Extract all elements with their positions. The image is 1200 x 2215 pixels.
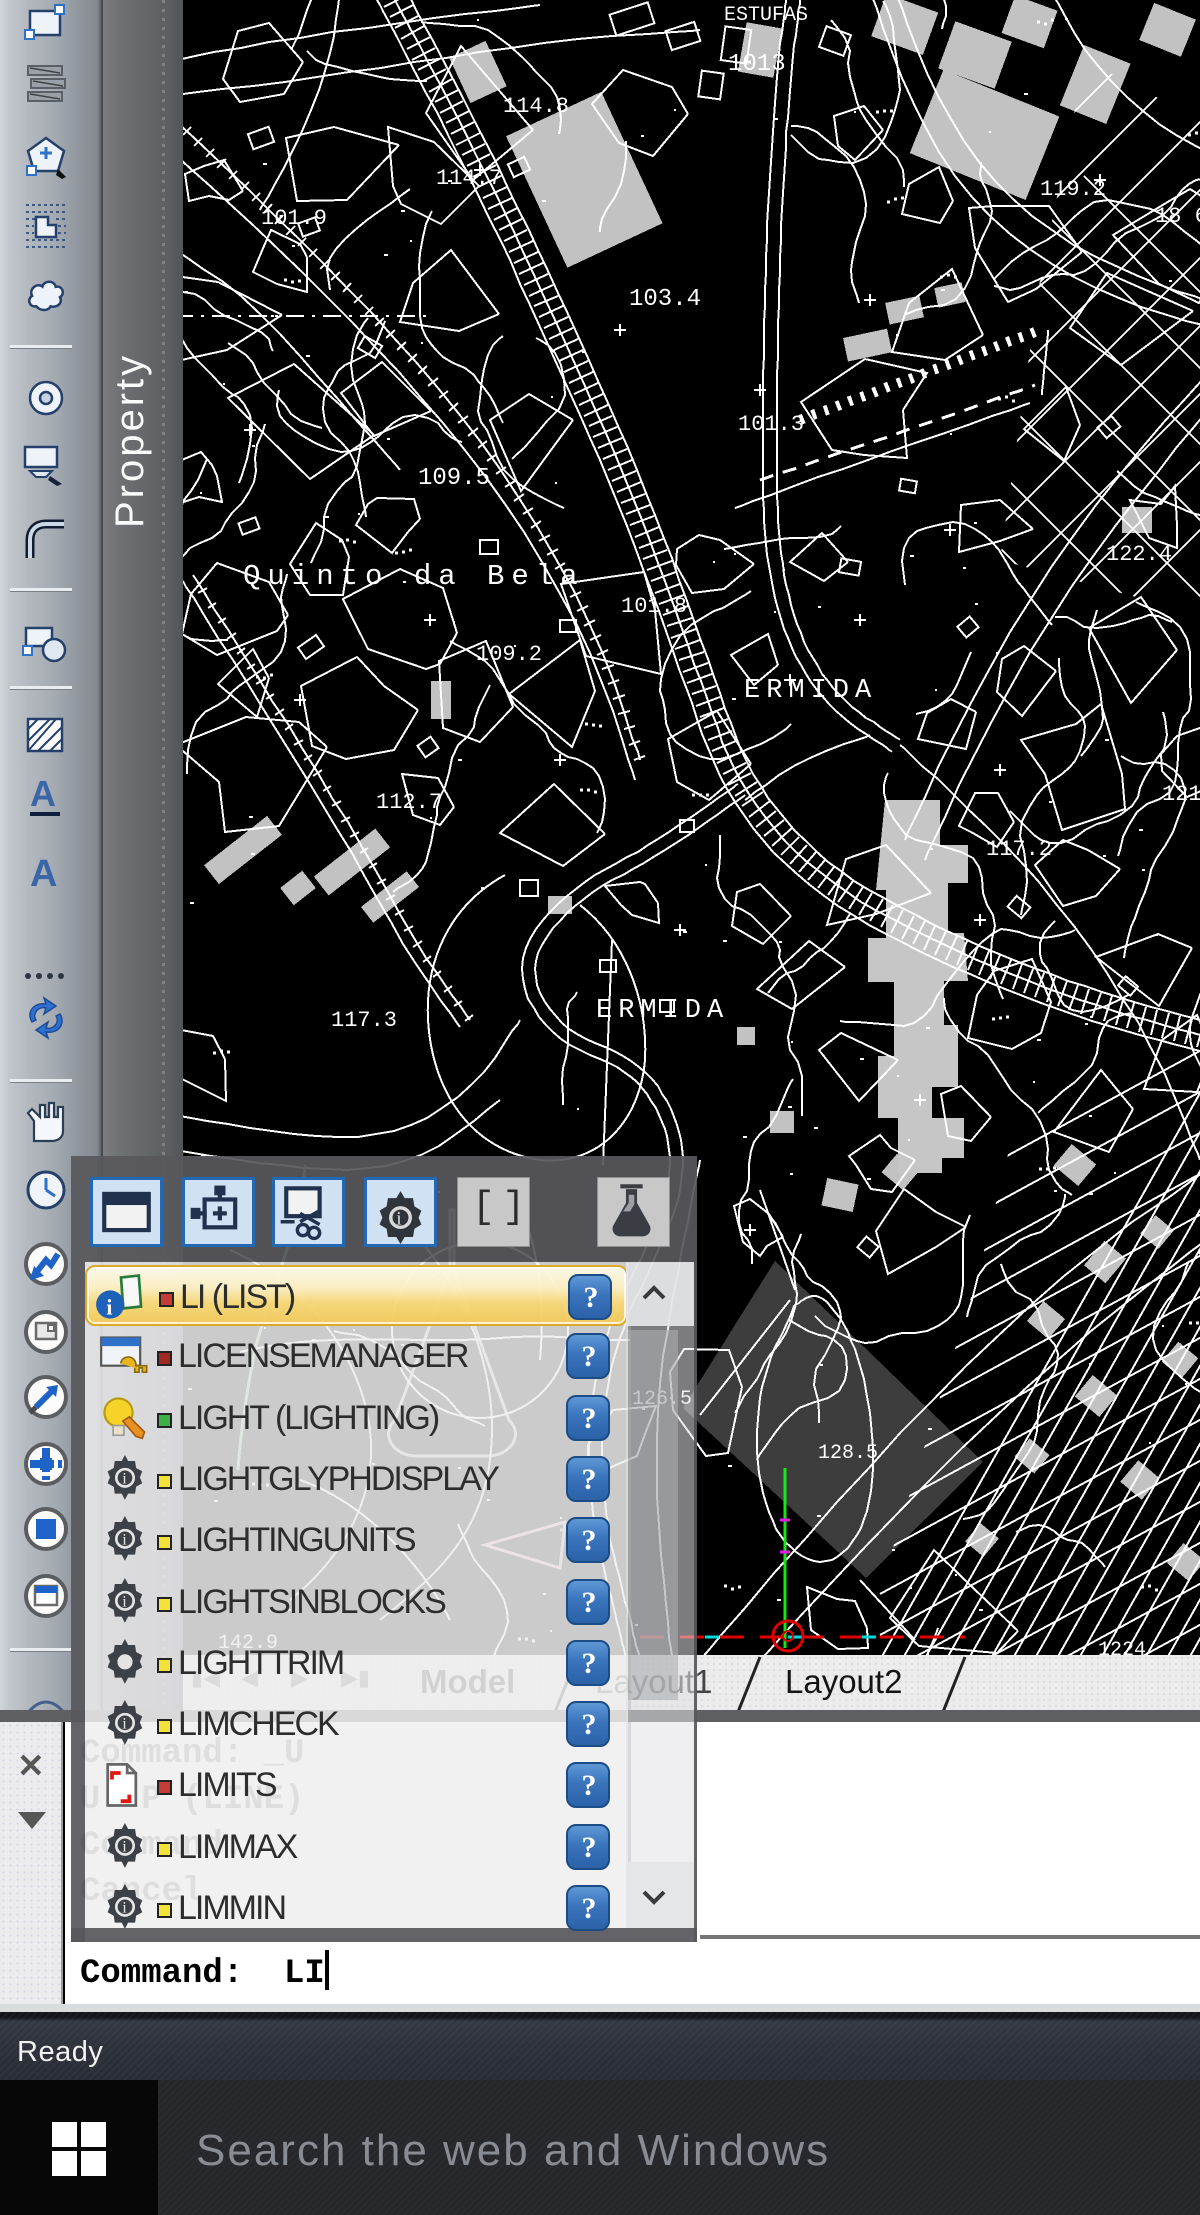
svg-text:1224: 1224 — [1098, 1639, 1146, 1655]
svg-text:Quinto da Bela: Quinto da Bela — [243, 560, 585, 593]
svg-text:114.8: 114.8 — [503, 94, 569, 119]
svg-text:A: A — [30, 853, 57, 895]
svg-text:101.9: 101.9 — [261, 206, 327, 231]
svg-text:121.5: 121.5 — [1162, 782, 1200, 807]
svg-text:1013: 1013 — [728, 51, 786, 78]
svg-text:114.7: 114.7 — [436, 166, 502, 191]
svg-text:122.4: 122.4 — [1106, 542, 1172, 567]
svg-text:128.5: 128.5 — [818, 1442, 878, 1465]
svg-text:112.7: 112.7 — [376, 790, 442, 815]
svg-text:ERMIDA: ERMIDA — [596, 996, 729, 1026]
svg-text:101.8: 101.8 — [621, 594, 687, 619]
svg-text:119.2: 119.2 — [1040, 177, 1106, 202]
svg-text:ERMIDA: ERMIDA — [744, 676, 877, 706]
svg-text:i: i — [396, 1209, 402, 1230]
svg-text:A: A — [30, 773, 56, 814]
svg-text:117.2: 117.2 — [986, 837, 1052, 862]
svg-text:101.3: 101.3 — [738, 412, 804, 437]
svg-text:109.5: 109.5 — [418, 465, 490, 492]
svg-text:117.3: 117.3 — [331, 1008, 397, 1033]
svg-text:ESTUFAS: ESTUFAS — [724, 4, 808, 27]
svg-text:109.2: 109.2 — [476, 642, 542, 667]
svg-text:18 6: 18 6 — [1155, 204, 1200, 229]
svg-text:103.4: 103.4 — [629, 286, 701, 313]
